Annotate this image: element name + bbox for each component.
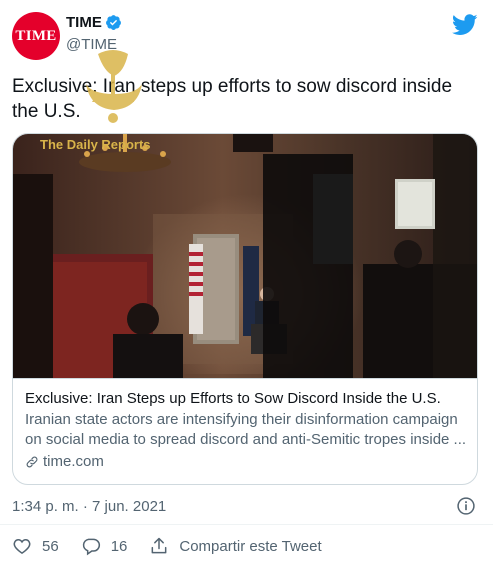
verified-badge-icon [105, 15, 121, 30]
twitter-bird-icon[interactable] [452, 14, 478, 36]
author-name-row: TIME [66, 14, 122, 31]
avatar[interactable]: TIME [12, 12, 60, 60]
card-domain-row: time.com [25, 453, 467, 470]
share-button[interactable]: Compartir este Tweet [149, 536, 322, 556]
share-label: Compartir este Tweet [179, 537, 322, 555]
share-icon [151, 537, 167, 554]
card-text-area: Exclusive: Iran Steps up Efforts to Sow … [13, 378, 477, 484]
card-description-line: on social media to spread discord and an… [25, 431, 467, 448]
divider [0, 524, 493, 525]
reply-count: 16 [110, 537, 128, 555]
link-icon [26, 456, 38, 467]
avatar-logo-text: TIME [15, 27, 57, 44]
watermark-logo [86, 50, 142, 123]
tweet: TIME TIME @TIME Exclusive: Iran steps up… [0, 0, 493, 562]
watermark-text: The Daily Reports [40, 137, 151, 152]
like-button[interactable]: 56 [12, 536, 59, 556]
card-description-line: Iranian state actors are intensifying th… [25, 411, 458, 428]
article-photo [13, 134, 477, 378]
reply-bubble-icon [82, 538, 100, 556]
display-name[interactable]: TIME [66, 14, 102, 31]
link-card[interactable]: Exclusive: Iran Steps up Efforts to Sow … [12, 133, 478, 485]
card-domain: time.com [43, 453, 104, 470]
card-description: Iranian state actors are intensifying th… [25, 410, 467, 450]
timestamp[interactable]: 1:34 p. m. · 7 jun. 2021 [12, 498, 166, 515]
like-count: 56 [42, 537, 59, 555]
action-bar: 56 16 Compartir este Tweet [12, 536, 344, 556]
card-title: Exclusive: Iran Steps up Efforts to Sow … [25, 390, 441, 407]
reply-button[interactable]: 16 [81, 536, 128, 556]
heart-icon [13, 538, 31, 554]
info-icon[interactable] [456, 496, 476, 516]
